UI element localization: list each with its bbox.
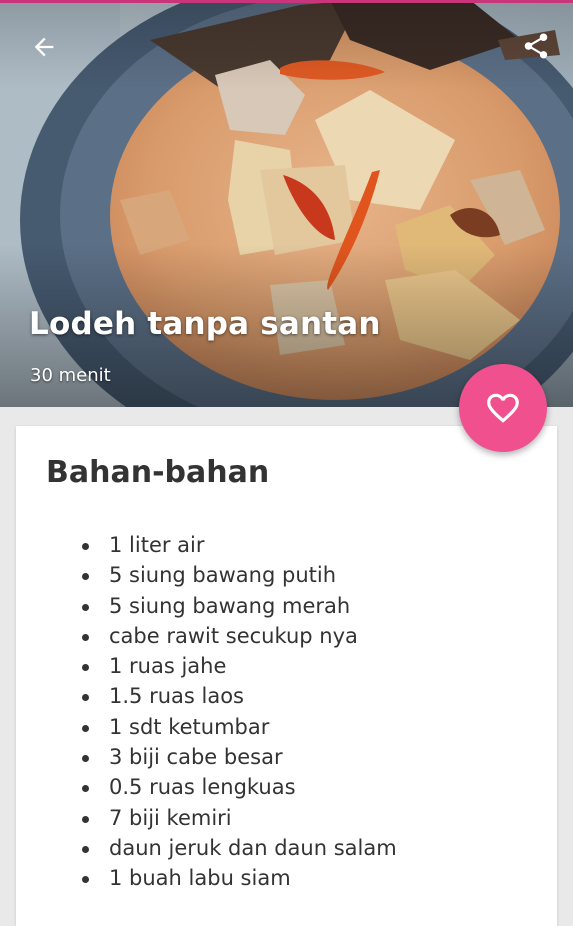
ingredient-item: 1 ruas jahe	[16, 651, 397, 681]
recipe-duration: 30 menit	[30, 365, 111, 386]
ingredients-heading: Bahan-bahan	[46, 455, 270, 490]
arrow-left-icon	[34, 37, 54, 57]
ingredient-item: 5 siung bawang putih	[16, 560, 397, 590]
ingredients-card: Bahan-bahan 1 liter air 5 siung bawang p…	[16, 426, 557, 926]
status-strip	[0, 0, 573, 3]
ingredient-item: 1 buah labu siam	[16, 863, 397, 893]
ingredients-list: 1 liter air 5 siung bawang putih 5 siung…	[16, 530, 397, 894]
recipe-title: Lodeh tanpa santan	[29, 306, 381, 342]
ingredient-item: 7 biji kemiri	[16, 803, 397, 833]
ingredient-item: 0.5 ruas lengkuas	[16, 772, 397, 802]
favorite-button[interactable]	[459, 364, 547, 452]
heart-outline-icon	[487, 393, 519, 423]
hero-gradient-overlay	[0, 0, 573, 407]
ingredient-item: 3 biji cabe besar	[16, 742, 397, 772]
recipe-hero-image	[0, 0, 573, 407]
ingredient-item: 1 sdt ketumbar	[16, 712, 397, 742]
ingredient-item: daun jeruk dan daun salam	[16, 833, 397, 863]
ingredient-item: 1.5 ruas laos	[16, 681, 397, 711]
ingredient-item: cabe rawit secukup nya	[16, 621, 397, 651]
share-button[interactable]	[514, 24, 558, 68]
ingredient-item: 5 siung bawang merah	[16, 591, 397, 621]
share-icon	[524, 33, 548, 59]
back-button[interactable]	[22, 25, 66, 69]
ingredient-item: 1 liter air	[16, 530, 397, 560]
